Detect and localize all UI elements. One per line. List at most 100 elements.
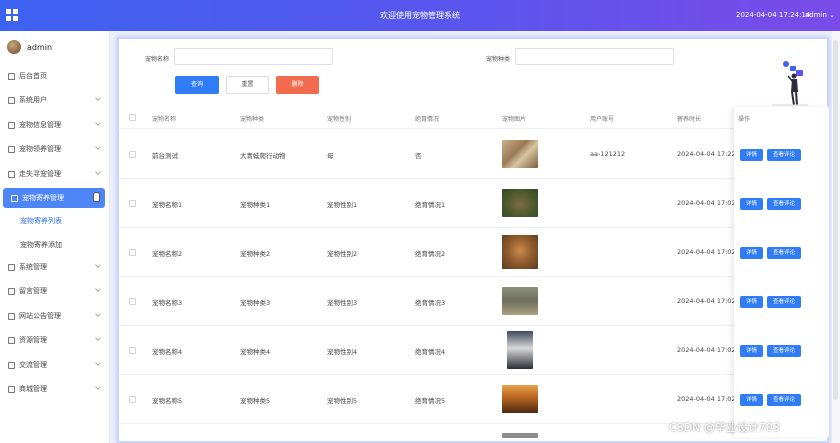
view-reviews-button[interactable]: 查看评论 bbox=[767, 345, 801, 357]
foster-duration-cell: 2024-04-04 17:02:5 bbox=[677, 248, 742, 256]
chevron-down-icon bbox=[95, 384, 101, 390]
view-reviews-button[interactable]: 查看评论 bbox=[767, 394, 801, 406]
column-header: 绝育情况 bbox=[415, 116, 440, 123]
lost-pet-icon bbox=[8, 170, 15, 178]
neutered-cell: 绝育情况1 bbox=[415, 201, 446, 209]
sidebar-item-label: 留言管理 bbox=[19, 287, 47, 295]
lion-cub-photo bbox=[502, 235, 538, 269]
row-checkbox[interactable] bbox=[129, 298, 136, 305]
notice-icon bbox=[8, 312, 15, 320]
sidebar-item-notices[interactable]: 网站公告管理 bbox=[0, 306, 110, 326]
pet-name-cell: 宠物名称1 bbox=[152, 201, 183, 209]
partial-photo bbox=[502, 433, 538, 438]
detail-button[interactable]: 详情 bbox=[740, 296, 763, 308]
row-checkbox[interactable] bbox=[129, 347, 136, 354]
detail-button[interactable]: 详情 bbox=[740, 149, 763, 161]
sidebar-item-lost-pet[interactable]: 走失寻宠管理 bbox=[0, 164, 110, 184]
foster-duration-cell: 2024-04-04 17:02:5 bbox=[677, 199, 742, 207]
pet-type-cell: 宠物种类1 bbox=[240, 201, 271, 209]
sidebar-item-foster-list[interactable]: 宠物寄养列表 bbox=[0, 211, 110, 231]
scrollbar-thumb[interactable] bbox=[833, 40, 838, 400]
neutered-cell: 绝育情况4 bbox=[415, 348, 446, 356]
row-checkbox[interactable] bbox=[129, 249, 136, 256]
sidebar-item-mall[interactable]: 商城管理 bbox=[0, 379, 110, 399]
view-reviews-button[interactable]: 查看评论 bbox=[767, 149, 801, 161]
sidebar-item-resources[interactable]: 资源管理 bbox=[0, 330, 110, 350]
pet-type-cell: 宠物种类2 bbox=[240, 250, 271, 258]
sidebar-item-label: 系统用户 bbox=[19, 96, 47, 104]
column-header: 宠物名称 bbox=[152, 116, 177, 123]
current-datetime: 2024-04-04 17:24:14 bbox=[736, 11, 811, 19]
sidebar-item-home[interactable]: 后台首页 bbox=[0, 66, 110, 86]
sidebar-item-adopt[interactable]: 宠物领养管理 bbox=[0, 139, 110, 159]
sidebar-item-label: 系统管理 bbox=[19, 263, 47, 271]
table-header: 宠物名称 宠物种类 宠物性别 绝育情况 宠物图片 用户账号 寄养时长 操作 bbox=[118, 107, 829, 129]
foster-duration-cell: 2024-04-04 17:02:5 bbox=[677, 346, 742, 354]
sidebar-item-pet-info[interactable]: 宠物信息管理 bbox=[0, 115, 110, 135]
select-all-checkbox[interactable] bbox=[129, 114, 136, 121]
person-illustration bbox=[772, 61, 808, 106]
reset-button[interactable]: 重置 bbox=[226, 76, 269, 94]
resource-icon bbox=[8, 336, 15, 344]
detail-button[interactable]: 详情 bbox=[740, 247, 763, 259]
pet-type-cell: 宠物种类3 bbox=[240, 299, 271, 307]
lion-photo bbox=[502, 189, 538, 217]
view-reviews-button[interactable]: 查看评论 bbox=[767, 198, 801, 210]
pet-name-cell: 前台测试 bbox=[152, 152, 178, 160]
sidebar-item-label: 宠物寄养管理 bbox=[22, 194, 64, 202]
user-menu[interactable]: admin ⌄ bbox=[805, 11, 835, 19]
column-header: 用户账号 bbox=[590, 116, 615, 123]
column-header: 宠物种类 bbox=[240, 116, 265, 123]
foster-duration-cell: 2024-04-04 17:02:5 bbox=[677, 297, 742, 305]
system-icon bbox=[8, 263, 15, 271]
view-reviews-button[interactable]: 查看评论 bbox=[767, 247, 801, 259]
sidebar-item-label: 商城管理 bbox=[19, 385, 47, 393]
column-header: 操作 bbox=[738, 116, 751, 123]
query-button[interactable]: 查询 bbox=[175, 76, 219, 94]
table-row: 宠物名称5 宠物种类5 宠物性别5 绝育情况5 2024-04-04 17:02… bbox=[118, 375, 829, 424]
detail-button[interactable]: 详情 bbox=[740, 394, 763, 406]
chat-icon bbox=[8, 361, 15, 369]
neutered-cell: 绝育情况5 bbox=[415, 397, 446, 405]
users-icon bbox=[8, 96, 15, 104]
sidebar-item-foster[interactable]: 宠物寄养管理 bbox=[3, 188, 105, 208]
row-checkbox[interactable] bbox=[129, 200, 136, 207]
sidebar-item-users[interactable]: 系统用户 bbox=[0, 90, 110, 110]
message-icon bbox=[8, 287, 15, 295]
chevron-down-icon bbox=[95, 262, 101, 268]
pet-type-input[interactable] bbox=[515, 48, 674, 65]
dogs-photo bbox=[502, 140, 538, 168]
delete-button[interactable]: 删除 bbox=[276, 76, 319, 94]
chevron-down-icon bbox=[95, 169, 101, 175]
sidebar-item-label: 宠物寄养列表 bbox=[20, 217, 62, 225]
chevron-down-icon bbox=[95, 311, 101, 317]
pet-gender-cell: 母 bbox=[327, 152, 334, 160]
sidebar-item-label: 交流管理 bbox=[19, 361, 47, 369]
row-checkbox[interactable] bbox=[129, 396, 136, 403]
sidebar-item-label: 宠物领养管理 bbox=[19, 145, 61, 153]
table-row: 前台测试 大青蛙爬行动物 母 否 aa-121212 2024-04-04 17… bbox=[118, 130, 829, 179]
sidebar-item-foster-add[interactable]: 宠物寄养添加 bbox=[0, 235, 110, 255]
pet-name-input[interactable] bbox=[174, 48, 333, 65]
row-checkbox[interactable] bbox=[129, 151, 136, 158]
sidebar-item-messages[interactable]: 留言管理 bbox=[0, 281, 110, 301]
pet-gender-cell: 宠物性别2 bbox=[327, 250, 358, 258]
sidebar-item-label: 资源管理 bbox=[19, 336, 47, 344]
foster-duration-cell: 2024-04-04 17:22:4 bbox=[677, 150, 742, 158]
detail-button[interactable]: 详情 bbox=[740, 345, 763, 357]
sidebar-item-system[interactable]: 系统管理 bbox=[0, 257, 110, 277]
pet-name-cell: 宠物名称2 bbox=[152, 250, 183, 258]
sidebar-item-chat[interactable]: 交流管理 bbox=[0, 355, 110, 375]
sidebar-item-label: 网站公告管理 bbox=[19, 312, 61, 320]
pet-info-icon bbox=[8, 121, 15, 129]
avatar bbox=[7, 40, 21, 54]
detail-button[interactable]: 详情 bbox=[740, 198, 763, 210]
sidebar-item-label: 宠物信息管理 bbox=[19, 121, 61, 129]
top-header-bar: 欢迎使用宠物管理系统 2024-04-04 17:24:14 admin ⌄ bbox=[0, 0, 840, 31]
chevron-down-icon bbox=[95, 360, 101, 366]
view-reviews-button[interactable]: 查看评论 bbox=[767, 296, 801, 308]
hand-cursor-icon bbox=[93, 192, 100, 202]
neutered-cell: 绝育情况2 bbox=[415, 250, 446, 258]
table-row: 宠物名称2 宠物种类2 宠物性别2 绝育情况2 2024-04-04 17:02… bbox=[118, 228, 829, 277]
neutered-cell: 绝育情况3 bbox=[415, 299, 446, 307]
